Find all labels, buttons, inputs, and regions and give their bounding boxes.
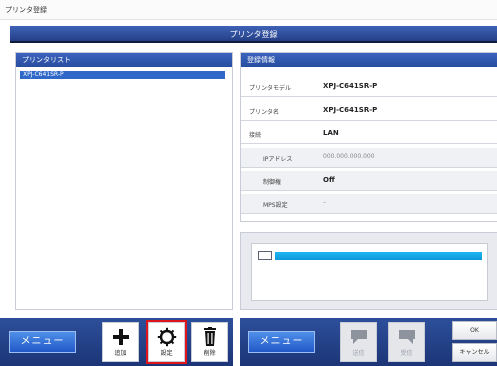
- info-label: プリンタ名: [249, 109, 280, 116]
- printer-info-title: 登録情報: [241, 53, 497, 67]
- printer-list-item[interactable]: XPJ-C641SR-P: [20, 71, 225, 79]
- ok-button[interactable]: OK: [452, 321, 497, 340]
- settings-button-label: 設定: [160, 350, 173, 357]
- info-row-ip: IPアドレス 000.000.000.000: [241, 148, 497, 168]
- info-label: MPS設定: [263, 202, 288, 209]
- left-toolbar: メニュー 追加 設定 削除: [0, 318, 233, 366]
- printer-list-panel: プリンタリスト XPJ-C641SR-P: [15, 52, 233, 310]
- info-value: 000.000.000.000: [323, 153, 375, 160]
- info-row-model: プリンタモデル XPJ-C641SR-P: [241, 77, 497, 97]
- receive-button-label: 受信: [400, 350, 413, 357]
- speech-bubble-icon: [341, 323, 376, 349]
- info-row-name: プリンタ名 XPJ-C641SR-P: [241, 101, 497, 121]
- speech-bubble-icon: [389, 323, 424, 349]
- plus-icon: [103, 323, 138, 349]
- window-title: プリンタ登録: [5, 6, 47, 14]
- info-value: XPJ-C641SR-P: [323, 106, 378, 114]
- send-button[interactable]: 送信: [340, 322, 377, 362]
- send-button-label: 送信: [352, 350, 365, 357]
- status-box: [251, 243, 488, 301]
- settings-button[interactable]: 設定: [146, 320, 187, 364]
- delete-button[interactable]: 削除: [191, 322, 228, 362]
- info-label: IPアドレス: [263, 156, 293, 163]
- info-label: プリンタモデル: [249, 85, 292, 92]
- trash-icon: [192, 323, 227, 349]
- printer-list-title: プリンタリスト: [16, 53, 232, 67]
- info-label: 制御権: [263, 179, 282, 186]
- menu-button[interactable]: メニュー: [9, 331, 76, 353]
- gear-icon: [149, 323, 184, 349]
- printer-status-icon: [258, 251, 272, 260]
- info-row-mps: MPS設定 –: [241, 194, 497, 214]
- receive-button[interactable]: 受信: [388, 322, 425, 362]
- info-value: LAN: [323, 129, 339, 137]
- delete-button-label: 削除: [203, 350, 216, 357]
- info-value: –: [323, 199, 326, 206]
- printer-info-panel: 登録情報 プリンタモデル XPJ-C641SR-P プリンタ名 XPJ-C641…: [240, 52, 497, 222]
- info-row-control: 制御権 Off: [241, 171, 497, 191]
- add-button-label: 追加: [114, 350, 127, 357]
- info-label: 接続: [249, 132, 262, 139]
- page-header: プリンタ登録: [10, 26, 497, 43]
- info-row-connection: 接続 LAN: [241, 124, 497, 144]
- window-titlebar: プリンタ登録: [0, 0, 497, 20]
- add-button[interactable]: 追加: [102, 322, 139, 362]
- status-panel: [240, 232, 497, 310]
- cancel-button[interactable]: キャンセル: [452, 343, 497, 362]
- menu-button[interactable]: メニュー: [248, 331, 315, 353]
- info-value: XPJ-C641SR-P: [323, 82, 378, 90]
- status-progress-bar: [275, 252, 482, 260]
- info-value: Off: [323, 176, 335, 184]
